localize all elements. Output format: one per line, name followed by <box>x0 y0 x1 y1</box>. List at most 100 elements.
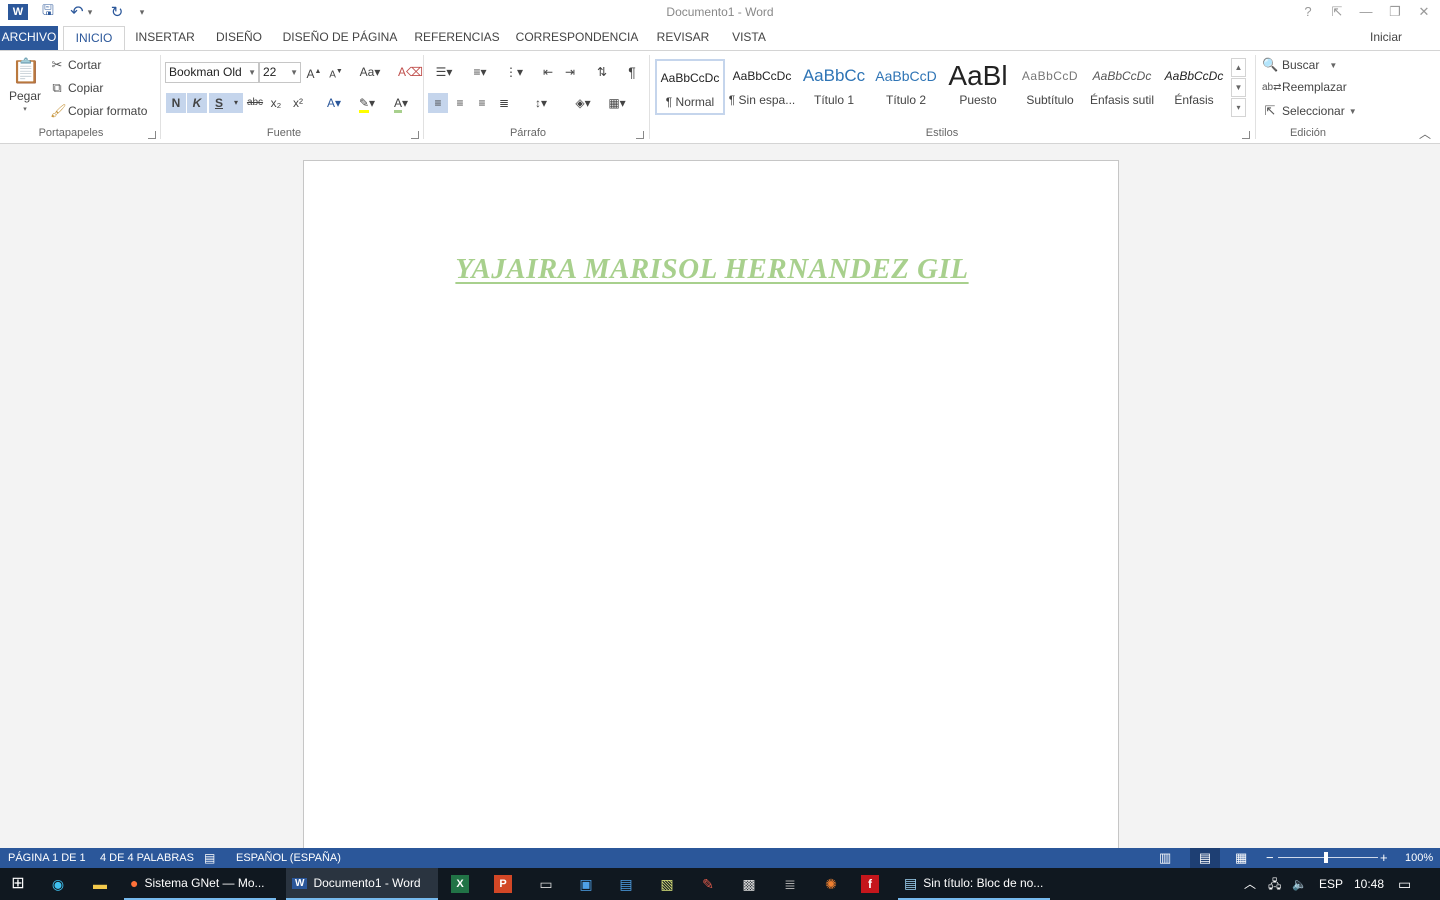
text-effects-icon[interactable]: A▾ <box>320 93 348 113</box>
clock[interactable]: 10:48 <box>1354 868 1384 900</box>
italic-button[interactable]: K <box>187 93 207 113</box>
minimize-icon[interactable]: — <box>1355 3 1377 21</box>
taskbar-app-firefox[interactable]: ● Sistema GNet — Mo... <box>124 868 276 900</box>
language-status[interactable]: ESPAÑOL (ESPAÑA) <box>236 848 341 868</box>
web-layout-icon[interactable]: ▦ <box>1235 848 1247 868</box>
zoom-out-button[interactable]: − <box>1266 848 1274 868</box>
gallery-scroll-down-icon[interactable]: ▼ <box>1231 78 1246 97</box>
superscript-button[interactable]: x² <box>288 93 308 113</box>
powerpoint-icon[interactable]: P <box>494 875 512 893</box>
file-explorer-icon[interactable]: ▬ <box>88 872 112 896</box>
style-title[interactable]: AaBl Puesto <box>943 59 1013 115</box>
tab-referencias[interactable]: REFERENCIAS <box>410 26 504 50</box>
paste-button[interactable]: 📋 Pegar ▾ <box>8 57 42 113</box>
zoom-slider[interactable] <box>1278 857 1378 858</box>
align-left-icon[interactable]: ≡ <box>428 93 448 113</box>
document-page[interactable]: YAJAIRA MARISOL HERNANDEZ GIL <box>303 160 1119 860</box>
cut-button[interactable]: ✂ Cortar <box>50 57 102 73</box>
format-painter-button[interactable]: 🖌 Copiar formato <box>50 103 147 119</box>
style-heading-1[interactable]: AaBbCc Título 1 <box>799 59 869 115</box>
borders-icon[interactable]: ▦▾ <box>602 93 632 113</box>
xampp-icon[interactable]: ✺ <box>819 872 843 896</box>
change-case-icon[interactable]: Aa▾ <box>356 62 384 82</box>
collapse-ribbon-icon[interactable]: ︿ <box>1419 125 1431 142</box>
gallery-more-icon[interactable]: ▾ <box>1231 98 1246 117</box>
database-icon[interactable]: ≣ <box>778 872 802 896</box>
tab-archivo[interactable]: ARCHIVO <box>0 26 58 50</box>
app-icon[interactable]: ✎ <box>696 872 720 896</box>
tab-inicio[interactable]: INICIO <box>63 26 125 50</box>
volume-icon[interactable]: 🔈 <box>1292 868 1307 900</box>
restore-icon[interactable]: ❐ <box>1384 3 1406 21</box>
notifications-icon[interactable]: ▭ <box>1398 868 1411 900</box>
shading-icon[interactable]: ◈▾ <box>568 93 598 113</box>
clipboard-launcher-icon[interactable] <box>148 131 156 139</box>
copy-button[interactable]: ⧉ Copiar <box>50 80 103 96</box>
strikethrough-button[interactable]: abc <box>244 93 266 113</box>
style-no-spacing[interactable]: AaBbCcDc ¶ Sin espa... <box>727 59 797 115</box>
tab-insertar[interactable]: INSERTAR <box>130 26 200 50</box>
windows-start-icon[interactable]: ⊞ <box>6 872 30 896</box>
tray-chevron-icon[interactable]: ︿ <box>1244 868 1256 900</box>
justify-icon[interactable]: ≣ <box>494 93 514 113</box>
taskbar-app-notepad[interactable]: ▤ Sin título: Bloc de no... <box>898 868 1050 900</box>
highlight-icon[interactable]: ✎▾ <box>352 93 382 113</box>
read-mode-icon[interactable]: ▥ <box>1159 848 1171 868</box>
page-count[interactable]: PÁGINA 1 DE 1 <box>8 848 86 868</box>
gallery-scroll-up-icon[interactable]: ▲ <box>1231 58 1246 77</box>
decrease-indent-icon[interactable]: ⇤ <box>538 62 558 82</box>
edge-icon[interactable]: ◉ <box>46 872 70 896</box>
tab-revisar[interactable]: REVISAR <box>652 26 714 50</box>
close-icon[interactable]: ✕ <box>1413 3 1435 21</box>
tab-vista[interactable]: VISTA <box>726 26 772 50</box>
app-icon[interactable]: ▩ <box>737 872 761 896</box>
font-size-select[interactable]: 22 ▼ <box>259 62 301 83</box>
tab-diseno-de-pagina[interactable]: DISEÑO DE PÁGINA <box>280 26 400 50</box>
sort-icon[interactable]: ⇅ <box>592 62 612 82</box>
app-icon[interactable]: ▭ <box>534 872 558 896</box>
numbering-icon[interactable]: ≡▾ <box>464 62 496 82</box>
style-subtle-emphasis[interactable]: AaBbCcDc Énfasis sutil <box>1087 59 1157 115</box>
show-marks-icon[interactable]: ¶ <box>622 62 642 82</box>
style-heading-2[interactable]: AaBbCcD Título 2 <box>871 59 941 115</box>
help-icon[interactable]: ? <box>1297 3 1319 21</box>
subscript-button[interactable]: x₂ <box>266 93 286 113</box>
word-count[interactable]: 4 DE 4 PALABRAS <box>100 848 194 868</box>
zoom-in-button[interactable]: + <box>1380 848 1388 868</box>
network-icon[interactable]: 🖧 <box>1268 868 1281 900</box>
zoom-slider-thumb[interactable] <box>1324 852 1328 863</box>
font-launcher-icon[interactable] <box>411 131 419 139</box>
shrink-font-icon[interactable]: A▼ <box>326 62 346 82</box>
style-emphasis[interactable]: AaBbCcDc Énfasis <box>1159 59 1229 115</box>
paragraph-launcher-icon[interactable] <box>636 131 644 139</box>
replace-button[interactable]: ab⇄ Reemplazar <box>1262 80 1347 94</box>
ribbon-display-icon[interactable]: ⇱ <box>1326 3 1348 21</box>
tab-diseno[interactable]: DISEÑO <box>210 26 268 50</box>
app-icon[interactable]: ▤ <box>614 872 638 896</box>
document-heading[interactable]: YAJAIRA MARISOL HERNANDEZ GIL <box>304 253 1120 286</box>
underline-dropdown-icon[interactable]: ▾ <box>229 93 243 113</box>
align-center-icon[interactable]: ≡ <box>450 93 470 113</box>
grow-font-icon[interactable]: A▲ <box>304 62 324 82</box>
filezilla-icon[interactable]: f <box>861 875 879 893</box>
font-family-select[interactable]: Bookman Old ▼ <box>165 62 259 83</box>
zoom-level[interactable]: 100% <box>1405 848 1433 868</box>
tab-correspondencia[interactable]: CORRESPONDENCIA <box>514 26 640 50</box>
app-icon[interactable]: ▣ <box>574 872 598 896</box>
style-normal[interactable]: AaBbCcDc ¶ Normal <box>655 59 725 115</box>
select-button[interactable]: ⇱ Seleccionar ▼ <box>1262 103 1357 119</box>
clear-format-icon[interactable]: A⌫ <box>398 62 423 82</box>
proofing-icon[interactable]: ▤ <box>204 848 215 868</box>
excel-icon[interactable]: X <box>451 875 469 893</box>
line-spacing-icon[interactable]: ↕▾ <box>526 93 556 113</box>
bold-button[interactable]: N <box>166 93 186 113</box>
increase-indent-icon[interactable]: ⇥ <box>560 62 580 82</box>
input-language[interactable]: ESP <box>1319 868 1343 900</box>
app-icon[interactable]: ▧ <box>655 872 679 896</box>
bullets-icon[interactable]: ☰▾ <box>428 62 460 82</box>
style-subtitle[interactable]: AaBbCcD Subtítulo <box>1015 59 1085 115</box>
align-right-icon[interactable]: ≡ <box>472 93 492 113</box>
taskbar-app-word[interactable]: W Documento1 - Word <box>286 868 438 900</box>
styles-launcher-icon[interactable] <box>1242 131 1250 139</box>
font-color-icon[interactable]: A▾ <box>386 93 416 113</box>
